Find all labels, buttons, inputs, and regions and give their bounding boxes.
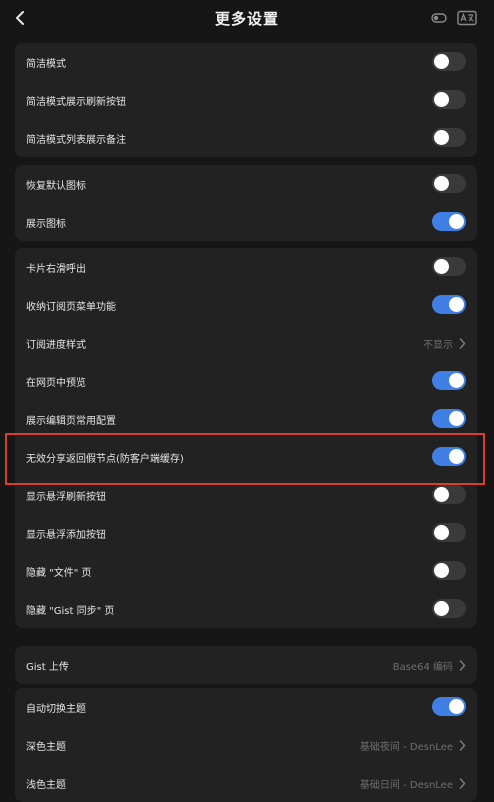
setting-value: 基础夜间 - DesnLee (360, 726, 466, 764)
setting-show-icon: 展示图标 (15, 203, 477, 241)
translate-icon[interactable] (457, 10, 477, 26)
toggle-knob (449, 373, 464, 388)
setting-label: 浅色主题 (26, 779, 66, 791)
setting-value: 不显示 (423, 324, 466, 362)
setting-simple-mode-refresh-button: 简洁模式展示刷新按钮 (15, 81, 477, 119)
collapse-sub-menu-toggle[interactable] (432, 295, 466, 314)
toggle-knob (434, 487, 449, 502)
restore-default-icon-toggle[interactable] (432, 174, 466, 193)
float-add-toggle[interactable] (432, 523, 466, 542)
toggle-knob (434, 525, 449, 540)
gist-upload-value: Base64 编码 (392, 661, 453, 673)
toggle-knob (434, 259, 449, 274)
toggle-knob (434, 176, 449, 191)
setting-label: 简洁模式列表展示备注 (26, 134, 126, 146)
setting-dark-theme[interactable]: 深色主题 基础夜间 - DesnLee (15, 726, 477, 764)
light-theme-value: 基础日间 - DesnLee (359, 779, 453, 791)
settings-group-theme: 自动切换主题 深色主题 基础夜间 - DesnLee 浅色主题 基础日间 - D… (15, 688, 477, 802)
setting-label: 显示悬浮添加按钮 (26, 529, 106, 541)
setting-label: 显示悬浮刷新按钮 (26, 491, 106, 503)
simple-mode-notes-toggle[interactable] (432, 128, 466, 147)
setting-label: 收纳订阅页菜单功能 (26, 301, 116, 313)
setting-simple-mode-list-notes: 简洁模式列表展示备注 (15, 119, 477, 157)
setting-label: 隐藏 "文件" 页 (26, 567, 92, 579)
setting-card-swipe-right: 卡片右滑呼出 (15, 248, 477, 286)
toggle-knob (449, 411, 464, 426)
setting-label: 自动切换主题 (26, 703, 86, 715)
highlight-box (5, 433, 485, 485)
simple-mode-toggle[interactable] (432, 52, 466, 71)
setting-show-float-add: 显示悬浮添加按钮 (15, 514, 477, 552)
page-title: 更多设置 (214, 9, 279, 28)
header: 更多设置 (0, 0, 494, 36)
sub-progress-style-value: 不显示 (423, 339, 453, 351)
setting-label: 展示图标 (26, 218, 66, 230)
toggle-knob (434, 54, 449, 69)
setting-label: 卡片右滑呼出 (26, 263, 86, 275)
toggle-knob (434, 92, 449, 107)
float-refresh-toggle[interactable] (432, 485, 466, 504)
setting-restore-default-icon: 恢复默认图标 (15, 165, 477, 203)
setting-preview-in-webpage: 在网页中预览 (15, 362, 477, 400)
setting-hide-gist-sync-page: 隐藏 "Gist 同步" 页 (15, 590, 477, 628)
toggle-knob (434, 130, 449, 145)
setting-label: 深色主题 (26, 741, 66, 753)
chevron-right-icon (459, 659, 466, 671)
card-swipe-toggle[interactable] (432, 257, 466, 276)
toggle-knob (449, 297, 464, 312)
chevron-left-icon (16, 11, 24, 25)
setting-hide-files-page: 隐藏 "文件" 页 (15, 552, 477, 590)
toggle-knob (434, 563, 449, 578)
chevron-right-icon (459, 777, 466, 789)
setting-simple-mode: 简洁模式 (15, 43, 477, 81)
toggle-knob (449, 699, 464, 714)
setting-label: 订阅进度样式 (26, 339, 86, 351)
edit-common-config-toggle[interactable] (432, 409, 466, 428)
toggle-icon[interactable] (431, 11, 447, 25)
setting-auto-switch-theme: 自动切换主题 (15, 688, 477, 726)
setting-label: 简洁模式展示刷新按钮 (26, 96, 126, 108)
setting-label: 在网页中预览 (26, 377, 86, 389)
preview-webpage-toggle[interactable] (432, 371, 466, 390)
setting-value: 基础日间 - DesnLee (360, 764, 466, 802)
back-button[interactable] (10, 8, 30, 28)
setting-sub-progress-style[interactable]: 订阅进度样式 不显示 (15, 324, 477, 362)
setting-label: 恢复默认图标 (26, 180, 86, 192)
setting-label: 展示编辑页常用配置 (26, 415, 116, 427)
simple-mode-refresh-toggle[interactable] (432, 90, 466, 109)
hide-files-page-toggle[interactable] (432, 561, 466, 580)
show-icon-toggle[interactable] (432, 212, 466, 231)
settings-group-gist: Gist 上传 Base64 编码 (15, 646, 477, 684)
setting-gist-upload[interactable]: Gist 上传 Base64 编码 (15, 646, 477, 684)
chevron-right-icon (459, 739, 466, 751)
setting-collapse-sub-menu: 收纳订阅页菜单功能 (15, 286, 477, 324)
setting-label: Gist 上传 (26, 661, 69, 673)
setting-label: 隐藏 "Gist 同步" 页 (26, 605, 115, 617)
setting-label: 简洁模式 (26, 58, 66, 70)
auto-switch-theme-toggle[interactable] (432, 697, 466, 716)
settings-group-simple-mode: 简洁模式 简洁模式展示刷新按钮 简洁模式列表展示备注 (15, 43, 477, 157)
setting-value: Base64 编码 (393, 646, 466, 684)
setting-light-theme[interactable]: 浅色主题 基础日间 - DesnLee (15, 764, 477, 802)
toggle-knob (449, 214, 464, 229)
chevron-right-icon (459, 337, 466, 349)
toggle-knob (434, 601, 449, 616)
hide-gist-sync-toggle[interactable] (432, 599, 466, 618)
dark-theme-value: 基础夜间 - DesnLee (359, 741, 453, 753)
settings-group-icon: 恢复默认图标 展示图标 (15, 165, 477, 241)
